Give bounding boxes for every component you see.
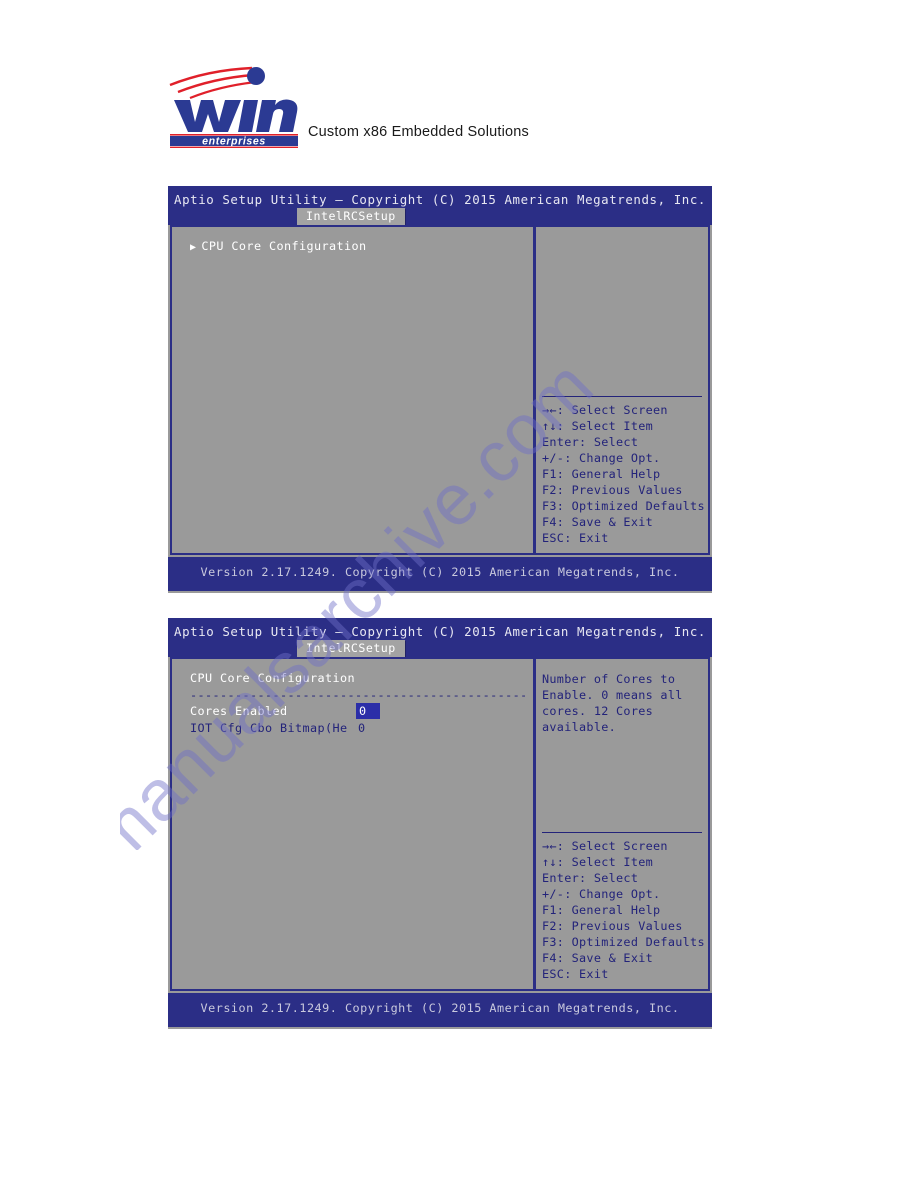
help-key-general-help: F1: General Help [542, 467, 661, 481]
section-separator: ----------------------------------------… [190, 688, 525, 702]
help-key-save-exit: F4: Save & Exit [542, 951, 654, 965]
tagline: Custom x86 Embedded Solutions [308, 124, 530, 140]
win-enterprises-logo: enterprises [168, 62, 302, 148]
title-text: Aptio Setup Utility – Copyright (C) 2015… [174, 624, 706, 639]
setting-label: Cores Enabled [190, 704, 288, 718]
tab-intelrcsetup[interactable]: IntelRCSetup [297, 640, 405, 657]
help-key-enter-select: Enter: Select [542, 435, 639, 449]
help-separator [542, 396, 702, 397]
svg-text:enterprises: enterprises [202, 135, 266, 147]
help-key-select-screen: →←: Select Screen [542, 839, 668, 853]
section-title: CPU Core Configuration [190, 671, 356, 685]
setting-label: IOT Cfg Cbo Bitmap(He [190, 721, 348, 735]
help-key-general-help: F1: General Help [542, 903, 661, 917]
help-key-previous-values: F2: Previous Values [542, 483, 683, 497]
help-key-optimized-defaults: F3: Optimized Defaults [542, 499, 705, 513]
help-key-esc-exit: ESC: Exit [542, 531, 609, 545]
body-frame: ▶ CPU Core Configuration →←: Select Scree… [170, 225, 710, 555]
help-key-select-item: ↑↓: Select Item [542, 855, 654, 869]
help-key-esc-exit: ESC: Exit [542, 967, 609, 981]
help-key-select-screen: →←: Select Screen [542, 403, 668, 417]
help-description: Number of Cores to Enable. 0 means all c… [542, 672, 683, 734]
help-key-save-exit: F4: Save & Exit [542, 515, 654, 529]
menu-item-cpu-core-configuration[interactable]: ▶ CPU Core Configuration [190, 239, 533, 256]
footer-version-text: Version 2.17.1249. Copyright (C) 2015 Am… [200, 565, 680, 579]
help-key-select-item: ↑↓: Select Item [542, 419, 654, 433]
logo-icon: enterprises [169, 66, 298, 148]
setting-value[interactable]: 0 [356, 721, 368, 735]
main-pane: ▶ CPU Core Configuration [172, 227, 533, 553]
help-key-change-opt: +/-: Change Opt. [542, 451, 661, 465]
help-key-previous-values: F2: Previous Values [542, 919, 683, 933]
tab-intelrcsetup[interactable]: IntelRCSetup [297, 208, 405, 225]
help-pane: →←: Select Screen ↑↓: Select Item Enter:… [536, 227, 708, 553]
submenu-arrow-icon: ▶ [190, 242, 197, 253]
page-header: enterprises Custom x86 Embedded Solution… [168, 62, 768, 167]
body-frame: CPU Core Configuration -----------------… [170, 657, 710, 991]
help-separator [542, 832, 702, 833]
title-bar: Aptio Setup Utility – Copyright (C) 2015… [168, 186, 712, 225]
bios-screenshot-1: Aptio Setup Utility – Copyright (C) 2015… [168, 186, 712, 593]
footer-bar: Version 2.17.1249. Copyright (C) 2015 Am… [168, 557, 712, 591]
help-key-enter-select: Enter: Select [542, 871, 639, 885]
help-keys-list: →←: Select Screen ↑↓: Select Item Enter:… [542, 396, 707, 547]
footer-version-text: Version 2.17.1249. Copyright (C) 2015 Am… [200, 1001, 680, 1015]
setting-row-cores-enabled[interactable]: Cores Enabled 0 [190, 703, 533, 721]
help-pane: Number of Cores to Enable. 0 means all c… [536, 659, 708, 989]
help-key-optimized-defaults: F3: Optimized Defaults [542, 935, 705, 949]
setting-value[interactable]: 0 [356, 703, 380, 719]
help-keys-list: →←: Select Screen ↑↓: Select Item Enter:… [542, 832, 707, 983]
title-text: Aptio Setup Utility – Copyright (C) 2015… [174, 192, 706, 207]
main-pane: CPU Core Configuration -----------------… [172, 659, 533, 989]
menu-item-label: CPU Core Configuration [201, 239, 367, 253]
title-bar: Aptio Setup Utility – Copyright (C) 2015… [168, 618, 712, 657]
bios-screenshot-2: Aptio Setup Utility – Copyright (C) 2015… [168, 618, 712, 1029]
help-key-change-opt: +/-: Change Opt. [542, 887, 661, 901]
setting-row-iot-cfg-cbo-bitmap[interactable]: IOT Cfg Cbo Bitmap(He 0 [190, 721, 533, 738]
footer-bar: Version 2.17.1249. Copyright (C) 2015 Am… [168, 993, 712, 1027]
